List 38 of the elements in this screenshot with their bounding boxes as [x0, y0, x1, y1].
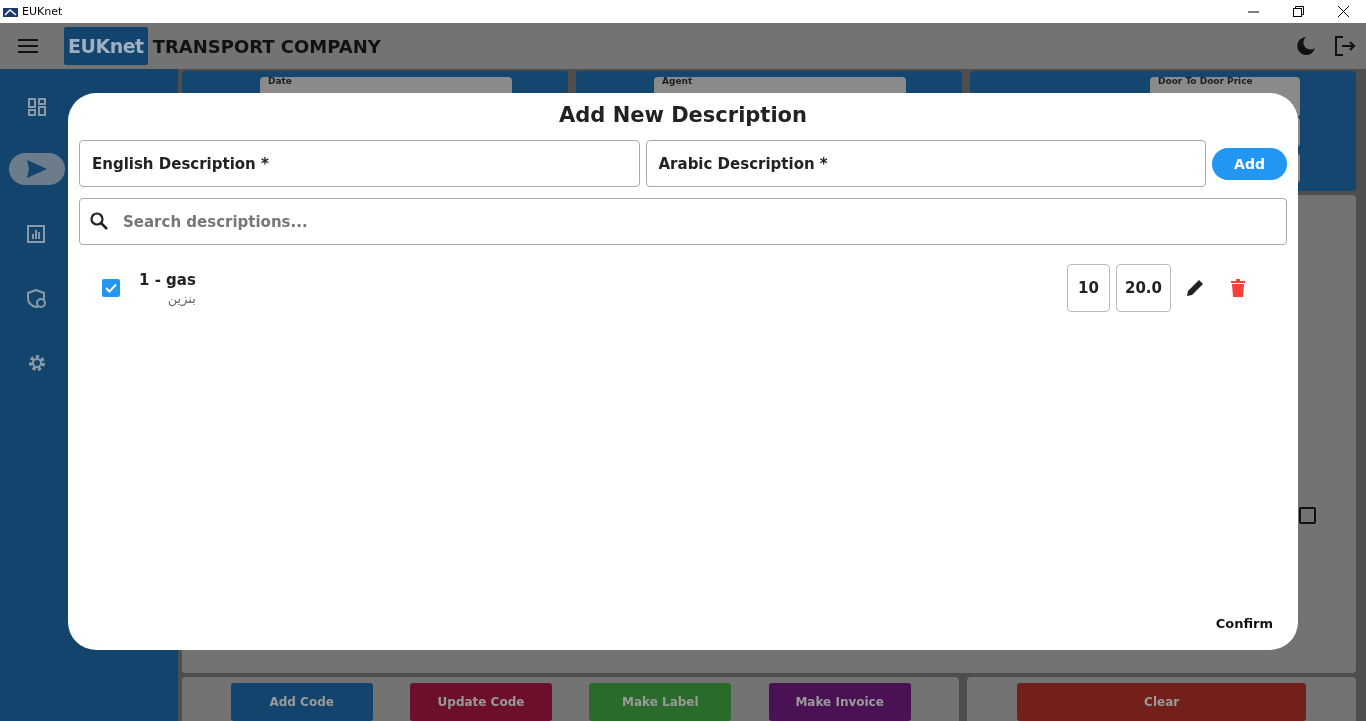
window-title: EUKnet [22, 5, 63, 18]
dialog-title: Add New Description [559, 103, 807, 129]
logo: EUKnet [64, 27, 148, 65]
nav-item[interactable] [27, 97, 47, 117]
action-button[interactable]: Make Label [589, 683, 732, 721]
moon-icon[interactable] [1296, 36, 1316, 56]
nav-item[interactable] [9, 153, 65, 185]
edit-icon[interactable] [1185, 278, 1205, 298]
checkbox[interactable] [102, 279, 120, 297]
shield-icon [27, 289, 47, 309]
app-title: TRANSPORT COMPANY [152, 35, 381, 57]
search-field[interactable]: Search descriptions... [79, 198, 1287, 245]
close-icon[interactable] [1338, 6, 1349, 17]
item-arabic-name: بنزين [166, 290, 196, 306]
add-button[interactable]: Add [1212, 147, 1287, 180]
search-icon [90, 212, 108, 230]
action-button[interactable]: Add Code [230, 683, 373, 721]
quantity-field[interactable]: 10 [1067, 264, 1110, 312]
logout-icon[interactable] [1334, 36, 1356, 56]
nav-item[interactable] [27, 353, 47, 373]
action-button[interactable]: Make Invoice [768, 683, 911, 721]
restore-icon[interactable] [1293, 6, 1304, 17]
bar-chart-icon [27, 225, 45, 243]
settings-icon [27, 353, 47, 373]
dashboard-icon [27, 97, 47, 117]
english-description-field[interactable]: English Description * [79, 140, 640, 187]
action-button[interactable]: Update Code [410, 683, 552, 721]
menu-icon[interactable] [18, 39, 38, 53]
arabic-description-field[interactable]: Arabic Description * [645, 140, 1206, 187]
nav-item[interactable] [27, 289, 47, 309]
item-title: 1 - gas [139, 270, 196, 289]
price-field[interactable]: 20.0 [1116, 264, 1171, 312]
action-button[interactable]: Clear [1017, 683, 1306, 721]
send-icon [26, 159, 48, 179]
confirm-button[interactable]: Confirm [1211, 612, 1277, 635]
app-icon [3, 5, 18, 18]
delete-icon[interactable] [1231, 279, 1245, 297]
nav-item[interactable] [27, 225, 45, 243]
